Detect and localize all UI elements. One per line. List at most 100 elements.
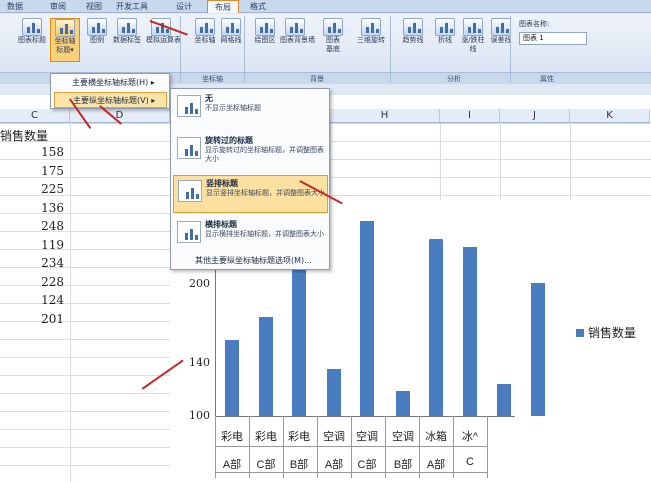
axis-title-option-icon <box>178 180 202 202</box>
ribbon-button-legend[interactable]: 图例 <box>82 18 112 62</box>
column-header-I[interactable]: I <box>440 109 500 123</box>
axis-title-option-2[interactable]: 竖排标题 显示竖排坐标轴标题，并调整图表大小 <box>173 175 328 213</box>
tab-6[interactable]: 格式 <box>244 0 272 13</box>
grid-row-line <box>330 195 651 196</box>
x-axis-row-line <box>215 446 487 447</box>
x-axis-divider <box>419 416 420 478</box>
chart-bar <box>225 339 239 416</box>
ribbon-button-data-labels[interactable]: 数据标签 <box>112 18 142 62</box>
x-group-label: C部 <box>256 459 276 471</box>
ribbon-button-errorbars[interactable]: 误差线 <box>486 18 516 62</box>
trendline-icon <box>403 18 423 36</box>
grid-row-line <box>0 429 170 430</box>
option-description: 显示横排坐标轴标题，并调整图表大小 <box>205 230 324 238</box>
group-label-analysis: 分析 <box>447 75 461 83</box>
ribbon-tab-row: 数据 审阅 视图 开发工具 设计 布局 格式 <box>0 0 651 13</box>
option-description: 显示竖排坐标轴标题，并调整图表大小 <box>206 189 325 197</box>
cell-value: 119 <box>41 237 64 252</box>
tab-1[interactable]: 审阅 <box>44 0 72 13</box>
chart-bar <box>292 251 306 416</box>
menu-item-horizontal-axis-title[interactable]: 主要横坐标轴标题(H) ▸ <box>54 75 167 91</box>
ribbon-button-plot-area[interactable]: 绘图区 <box>250 18 280 62</box>
option-title: 竖排标题 <box>206 179 238 188</box>
axis-title-option-1[interactable]: 旋转过的标题 显示旋转过的坐标轴标题，并调整图表大小 <box>173 133 328 171</box>
legend-label: 销售数量 <box>588 326 637 340</box>
errorbars-icon <box>491 18 511 36</box>
chart-bar <box>327 368 341 416</box>
tab-5[interactable]: 布局 <box>207 0 239 13</box>
tab-3[interactable]: 开发工具 <box>112 0 152 13</box>
x-category-label: 彩电 <box>221 431 243 443</box>
x-axis-divider <box>385 416 386 478</box>
x-group-label: A部 <box>222 459 242 471</box>
grid-row-line <box>0 339 170 340</box>
ribbon-button-chart-floor[interactable]: 图表 基底 <box>318 18 348 62</box>
x-category-label: 空调 <box>356 431 378 443</box>
axis-title-icon <box>55 19 75 37</box>
ribbon-button-chart-wall[interactable]: 图表背景墙 <box>280 18 315 62</box>
x-axis-row-line <box>215 472 487 473</box>
ribbon-button-format-sel[interactable]: 图表标题 <box>16 18 48 62</box>
option-title: 旋转过的标题 <box>205 136 253 145</box>
grid-row-line <box>0 465 170 466</box>
y-tick-label: 200 <box>189 277 210 291</box>
chart-bar <box>429 239 443 416</box>
ribbon-button-gridlines[interactable]: 网格线 <box>216 18 246 62</box>
ribbon-button-axis-title[interactable]: 坐标轴 标题▾ <box>50 18 80 62</box>
column-header-J[interactable]: J <box>500 109 570 123</box>
legend-swatch <box>576 329 584 337</box>
ribbon-button-label: 误差线 <box>490 36 512 44</box>
x-axis-divider <box>453 416 454 478</box>
format-sel-icon <box>22 18 42 36</box>
x-axis-divider <box>249 416 250 478</box>
axis-title-option-icon <box>177 221 201 243</box>
axes-icon <box>195 18 215 36</box>
ribbon-button-label: 模拟运算表 <box>146 36 181 44</box>
axis-title-option-0[interactable]: 无不显示坐标轴标题 <box>173 91 328 129</box>
cell-value: 158 <box>41 145 64 159</box>
menu-item-more-options[interactable]: 其他主要纵坐标轴标题选项(M)... <box>173 253 312 269</box>
rotation-icon <box>361 18 381 36</box>
axis-title-options-menu: 无不显示坐标轴标题 旋转过的标题 显示旋转过的坐标轴标题，并调整图表大小 竖排标题 显示… <box>170 88 330 270</box>
x-group-label: A部 <box>426 459 446 471</box>
axis-title-option-3[interactable]: 横排标题 显示横排坐标轴标题，并调整图表大小 <box>173 217 328 255</box>
grid-row-line <box>0 393 170 394</box>
tab-2[interactable]: 视图 <box>80 0 108 13</box>
ribbon-button-label: 折线 <box>438 36 452 44</box>
chart-bar <box>360 220 374 416</box>
tab-0[interactable]: 数据 <box>2 0 28 13</box>
column-header-C[interactable]: C <box>0 109 70 123</box>
ribbon-button-rotation[interactable]: 三维旋转 <box>356 18 386 62</box>
grid-row-line <box>330 177 651 178</box>
updown-icon <box>463 18 483 36</box>
plot-area-icon <box>255 18 275 36</box>
option-description: 显示旋转过的坐标轴标题，并调整图表大小 <box>205 146 324 163</box>
x-category-label: 冰^ <box>461 431 479 443</box>
chart-bar <box>259 317 273 416</box>
tab-4[interactable]: 设计 <box>170 0 198 13</box>
ribbon-button-label: 图例 <box>90 36 104 44</box>
column-header-K[interactable]: K <box>570 109 650 123</box>
ribbon-button-updown[interactable]: 涨/跌柱线 <box>458 18 488 62</box>
ribbon-button-label: 绘图区 <box>254 36 276 44</box>
ribbon-button-label: 图表背景墙 <box>280 36 315 44</box>
cell-value: 228 <box>41 274 64 289</box>
gridlines-icon <box>221 18 241 36</box>
cell-value: 201 <box>41 311 64 326</box>
grid-row-line <box>0 375 170 376</box>
grid-row-line <box>0 357 170 358</box>
x-axis-line <box>215 416 515 417</box>
ribbon-button-sublabel: 标题▾ <box>56 46 74 54</box>
chart-name-input[interactable]: 图表 1 <box>519 32 587 45</box>
ribbon-button-trendline[interactable]: 趋势线 <box>398 18 428 62</box>
chart-bar <box>497 384 511 416</box>
grid-row-line <box>330 159 651 160</box>
grid-row-line <box>330 141 651 142</box>
ribbon-button-label: 网格线 <box>220 36 242 44</box>
grid-row-line <box>0 411 170 412</box>
column-header-H[interactable]: H <box>330 109 440 123</box>
ribbon-button-lines[interactable]: 折线 <box>430 18 460 62</box>
ribbon-button-sublabel: 基底 <box>326 45 340 53</box>
chart-bar <box>531 282 545 416</box>
grid-row-line <box>0 123 170 124</box>
